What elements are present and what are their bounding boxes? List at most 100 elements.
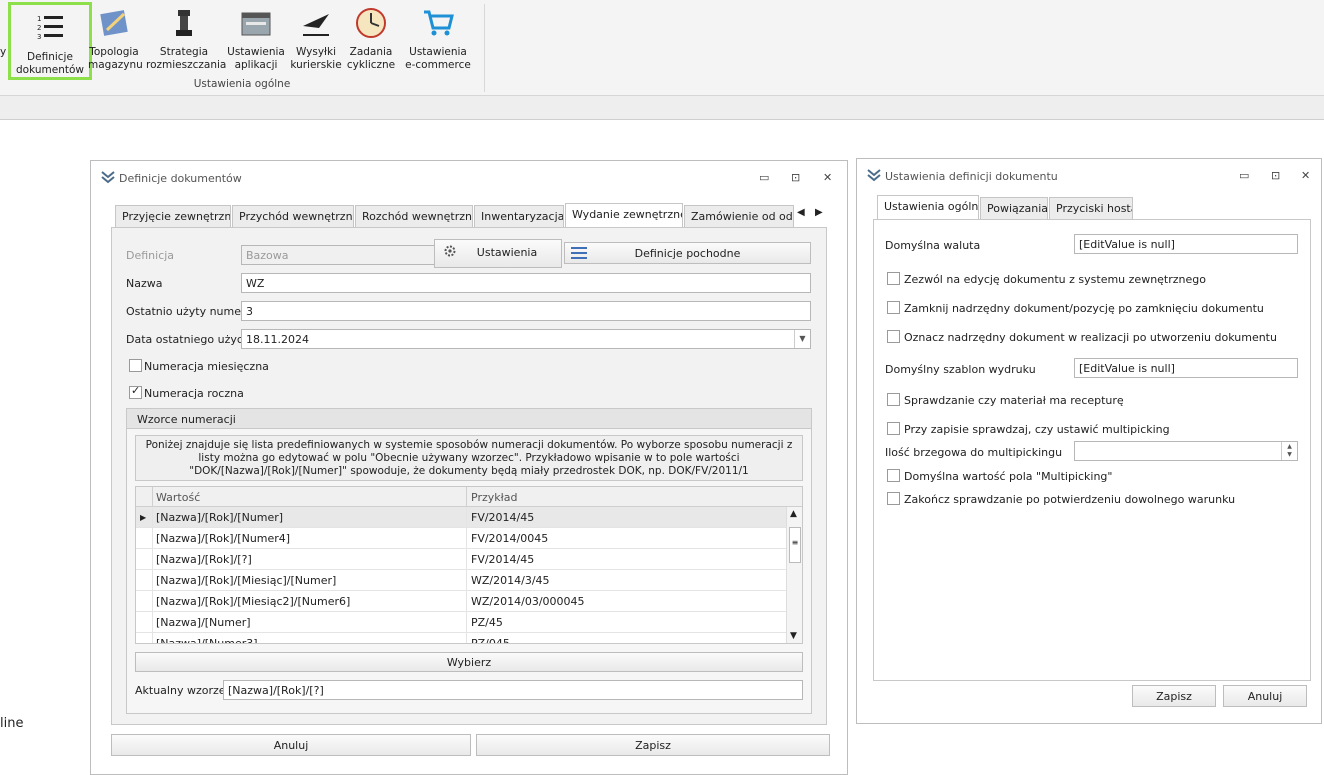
- settings-anuluj-button[interactable]: Anuluj: [1223, 685, 1307, 707]
- cb-domyslna-multipicking-label: Domyślna wartość pola "Multipicking": [904, 470, 1113, 483]
- wybierz-button[interactable]: Wybierz: [135, 652, 803, 672]
- ribbon-button-ustawienia-aplikacji[interactable]: Ustawienia aplikacji: [226, 6, 286, 72]
- ribbon-label: Wysyłki kurierskie: [290, 46, 342, 71]
- grid-scrollbar[interactable]: ▲ ≡ ▼: [786, 507, 802, 643]
- ribbon-button-zadania[interactable]: Zadania cykliczne: [346, 6, 396, 72]
- airplane-icon: [299, 6, 333, 40]
- cb-domyslna-multipicking[interactable]: [887, 469, 900, 482]
- cell-wartosc: [Nazwa]/[Numer3]: [156, 637, 258, 644]
- ribbon-button-wysylki[interactable]: Wysyłki kurierskie: [290, 6, 342, 72]
- map-pen-icon: [97, 6, 131, 40]
- chess-rook-icon: [167, 6, 201, 40]
- data-field[interactable]: 18.11.2024 ▼: [241, 329, 811, 349]
- grid-divider: [152, 528, 153, 549]
- cb-zamknij[interactable]: [887, 301, 900, 314]
- cb-receptura[interactable]: [887, 393, 900, 406]
- spinner-arrows-icon[interactable]: ▲ ▼: [1281, 442, 1297, 460]
- wzorce-header: Wzorce numeracji: [127, 409, 811, 429]
- table-row[interactable]: [Nazwa]/[Numer] PZ/45: [136, 612, 786, 633]
- tab-scroll-left-icon[interactable]: ◀: [797, 207, 805, 218]
- window-titlebar: Ustawienia definicji dokumentu ▭ ⊡ ✕: [857, 159, 1321, 191]
- grid-header-przyklad[interactable]: Przykład: [471, 491, 517, 504]
- ilosc-spinner[interactable]: ▲ ▼: [1074, 441, 1298, 461]
- tab-przyciski-hosta[interactable]: Przyciski hosta: [1049, 197, 1133, 219]
- grid-divider: [466, 591, 467, 612]
- table-row[interactable]: ▶ [Nazwa]/[Rok]/[Numer] FV/2014/45: [136, 507, 786, 528]
- zapisz-button[interactable]: Zapisz: [476, 734, 830, 756]
- cb-zezwol[interactable]: [887, 272, 900, 285]
- svg-text:2: 2: [37, 24, 41, 32]
- window-title: Ustawienia definicji dokumentu: [885, 170, 1058, 183]
- window-title: Definicje dokumentów: [119, 172, 242, 185]
- grid-divider: [466, 487, 467, 507]
- grid-divider: [466, 633, 467, 643]
- ribbon-label: Ustawienia e-commerce: [405, 46, 471, 71]
- ribbon-button-ecommerce[interactable]: Ustawienia e-commerce: [400, 6, 476, 72]
- definicje-pochodne-label: Definicje pochodne: [634, 247, 741, 260]
- numeracja-miesieczna-checkbox[interactable]: [129, 359, 142, 372]
- grid-divider: [466, 507, 467, 528]
- tab-ustawienia-ogolne[interactable]: Ustawienia ogólne: [877, 195, 979, 219]
- definicja-field[interactable]: Bazowa: [241, 245, 441, 265]
- table-row[interactable]: [Nazwa]/[Rok]/[Miesiąc]/[Numer] WZ/2014/3…: [136, 570, 786, 591]
- grid-divider: [466, 549, 467, 570]
- dropdown-arrow-icon[interactable]: ▼: [794, 330, 810, 348]
- tab-zamowienie[interactable]: Zamówienie od odbiorcy: [684, 205, 794, 227]
- grid-divider: [152, 591, 153, 612]
- tab-wydanie[interactable]: Wydanie zewnętrzne: [565, 203, 683, 227]
- szablon-field[interactable]: [EditValue is null]: [1074, 358, 1298, 378]
- restore-icon[interactable]: ⊡: [791, 171, 800, 184]
- ribbon-cut-label: y: [0, 46, 7, 58]
- table-row[interactable]: [Nazwa]/[Rok]/[?] FV/2014/45: [136, 549, 786, 570]
- minimize-icon[interactable]: ▭: [1239, 169, 1249, 182]
- table-row[interactable]: [Nazwa]/[Rok]/[Miesiąc2]/[Numer6] WZ/2014…: [136, 591, 786, 612]
- scroll-down-icon[interactable]: ▼: [790, 631, 797, 641]
- left-cut-label: line: [0, 716, 24, 731]
- tab-przychod[interactable]: Przychód wewnętrzny: [232, 205, 354, 227]
- grid-header-wartosc[interactable]: Wartość: [156, 491, 200, 504]
- wzorce-group: Wzorce numeracji Poniżej znajduje się li…: [126, 408, 812, 714]
- minimize-icon[interactable]: ▭: [759, 171, 769, 184]
- ustawienia-button[interactable]: Ustawienia: [434, 239, 562, 268]
- scroll-up-icon[interactable]: ▲: [790, 509, 797, 519]
- settings-panel: Domyślna waluta [EditValue is null] Zezw…: [873, 219, 1311, 681]
- settings-zapisz-button[interactable]: Zapisz: [1132, 685, 1216, 707]
- cb-oznacz-label: Oznacz nadrzędny dokument w realizacji p…: [904, 331, 1277, 344]
- aktualny-field[interactable]: [Nazwa]/[Rok]/[?]: [223, 680, 803, 700]
- ostatni-numer-field[interactable]: 3: [241, 301, 811, 321]
- cb-multipicking[interactable]: [887, 422, 900, 435]
- ribbon-button-strategia[interactable]: Strategia rozmieszczania: [146, 6, 226, 72]
- clock-icon: [354, 6, 388, 40]
- tab-content-panel: Definicja Bazowa Ustawienia Definicje po…: [111, 227, 827, 725]
- cb-zakoncz-label: Zakończ sprawdzanie po potwierdzeniu dow…: [904, 493, 1236, 506]
- window-titlebar: Definicje dokumentów ▭ ⊡ ✕: [91, 161, 847, 193]
- tab-powiazania[interactable]: Powiązania: [980, 197, 1048, 219]
- cb-zakoncz[interactable]: [887, 492, 900, 505]
- definicje-pochodne-button[interactable]: Definicje pochodne: [564, 242, 811, 264]
- close-icon[interactable]: ✕: [1301, 169, 1310, 182]
- cb-receptura-label: Sprawdzanie czy materiał ma recepturę: [904, 394, 1124, 407]
- ribbon-button-topologia[interactable]: Topologia magazynu: [88, 6, 143, 72]
- nazwa-label: Nazwa: [126, 277, 163, 290]
- cell-wartosc: [Nazwa]/[Rok]/[?]: [156, 553, 252, 566]
- cell-przyklad: FV/2014/45: [471, 553, 535, 566]
- table-row[interactable]: [Nazwa]/[Rok]/[Numer4] FV/2014/0045: [136, 528, 786, 549]
- close-icon[interactable]: ✕: [823, 171, 832, 184]
- restore-icon[interactable]: ⊡: [1271, 169, 1280, 182]
- nazwa-field[interactable]: WZ: [241, 273, 811, 293]
- cell-wartosc: [Nazwa]/[Rok]/[Miesiąc]/[Numer]: [156, 574, 337, 587]
- table-row[interactable]: [Nazwa]/[Numer3] PZ/045: [136, 633, 786, 644]
- tab-inwentaryzacja[interactable]: Inwentaryzacja: [474, 205, 564, 227]
- anuluj-button[interactable]: Anuluj: [111, 734, 471, 756]
- ustawienia-label: Ustawienia: [476, 246, 538, 259]
- ribbon-button-definicje-dokumentow[interactable]: 123 Definicje dokumentów: [8, 2, 92, 80]
- cb-zezwol-label: Zezwól na edycję dokumentu z systemu zew…: [904, 273, 1206, 286]
- cell-przyklad: PZ/45: [471, 616, 503, 629]
- cb-oznacz[interactable]: [887, 330, 900, 343]
- tab-scroll-right-icon[interactable]: ▶: [815, 207, 823, 218]
- tab-rozchod[interactable]: Rozchód wewnętrzny: [355, 205, 473, 227]
- waluta-field[interactable]: [EditValue is null]: [1074, 234, 1298, 254]
- scroll-thumb[interactable]: ≡: [789, 527, 801, 563]
- numeracja-roczna-checkbox[interactable]: [129, 384, 142, 399]
- tab-przyjecie[interactable]: Przyjęcie zewnętrzne: [115, 205, 231, 227]
